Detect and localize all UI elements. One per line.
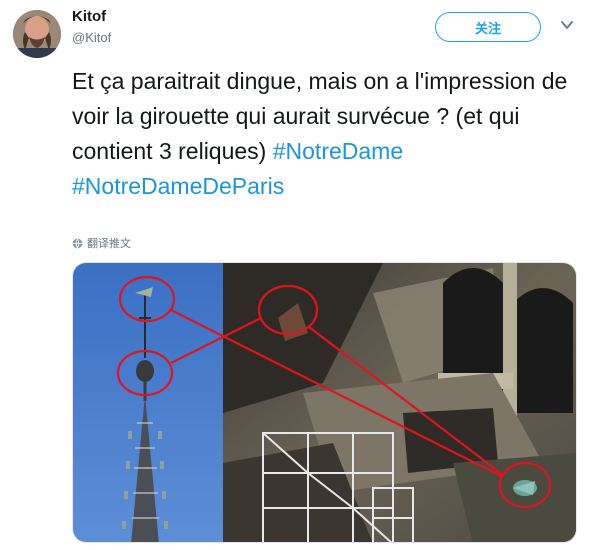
tweet-text: Et ça paraitrait dingue, mais on a l'imp… xyxy=(72,64,582,204)
follow-button[interactable]: 关注 xyxy=(435,12,541,42)
media-photo xyxy=(73,263,576,542)
author-name[interactable]: Kitof xyxy=(72,8,106,25)
tweet-media[interactable] xyxy=(72,262,577,543)
translate-tweet-link[interactable]: 翻译推文 xyxy=(72,235,131,251)
spire-photo xyxy=(73,263,223,542)
profile-photo-icon xyxy=(13,10,61,58)
avatar[interactable] xyxy=(13,10,61,58)
author-handle[interactable]: @Kitof xyxy=(72,30,111,45)
hashtag-notredame[interactable]: #NotreDame xyxy=(273,138,403,164)
more-options-button[interactable] xyxy=(558,16,576,34)
rubble-photo xyxy=(223,263,576,542)
hashtag-notredamedeparis[interactable]: #NotreDameDeParis xyxy=(72,173,284,199)
translate-label: 翻译推文 xyxy=(87,237,131,250)
chevron-down-icon xyxy=(561,21,573,29)
globe-icon xyxy=(72,238,83,248)
